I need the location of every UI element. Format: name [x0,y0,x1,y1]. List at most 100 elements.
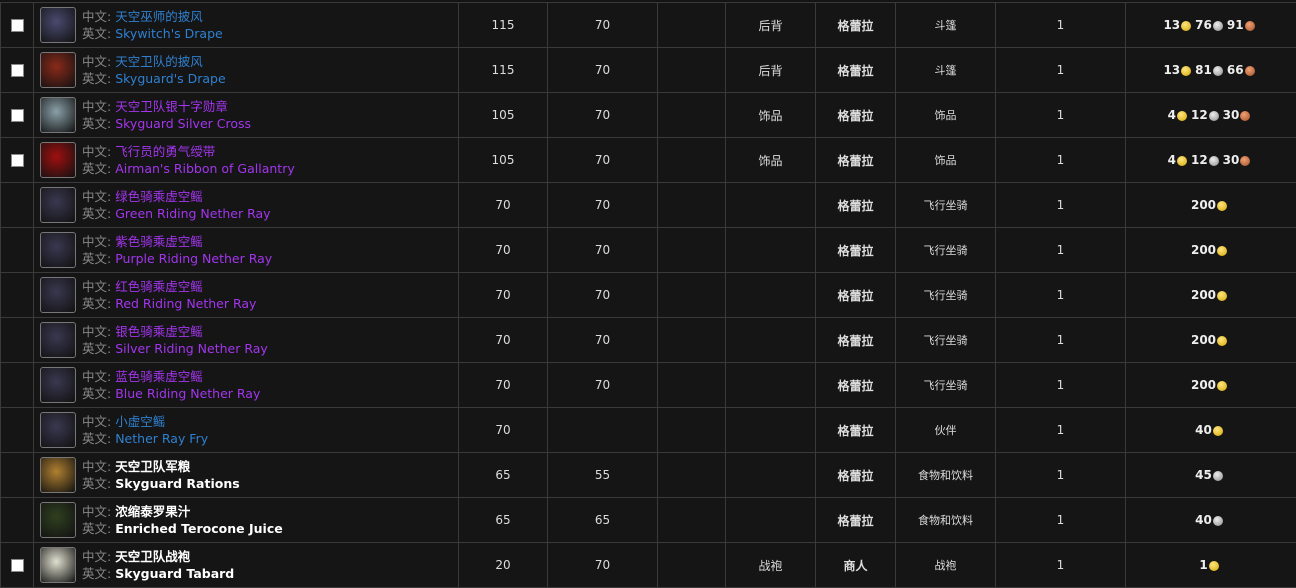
table-row: 中文: 天空卫队战袍 英文: Skyguard Tabard 20 70 战袍 … [1,543,1296,588]
slot-cell [726,408,816,453]
price-cell: 138166 [1126,48,1296,93]
row-checkbox[interactable] [11,559,24,572]
quantity-cell: 1 [996,3,1126,48]
item-name-cn[interactable]: 绿色骑乘虚空鳐 [115,189,203,204]
item-name-en[interactable]: Skyguard Tabard [115,566,234,581]
price-cell: 200 [1126,273,1296,318]
row-checkbox[interactable] [11,109,24,122]
nether-ray-icon[interactable] [40,367,76,403]
juice-icon[interactable] [40,502,76,538]
item-name-cn[interactable]: 天空卫队军粮 [115,459,190,474]
item-name-en[interactable]: Skywitch's Drape [115,26,223,41]
select-cell [1,498,34,543]
type-cell: 食物和饮料 [896,498,996,543]
silver-coin-icon [1209,111,1219,121]
item-name-en[interactable]: Red Riding Nether Ray [115,296,256,311]
empty-cell [658,408,726,453]
item-name-en[interactable]: Green Riding Nether Ray [115,206,270,221]
item-name-en[interactable]: Nether Ray Fry [115,431,208,446]
item-name-cn[interactable]: 紫色骑乘虚空鳐 [115,234,203,249]
item-name-cn[interactable]: 天空卫队的披风 [115,54,203,69]
silver-coin-icon [1213,66,1223,76]
select-cell [1,543,34,588]
type-cell: 饰品 [896,93,996,138]
row-checkbox[interactable] [11,19,24,32]
item-name-cell: 中文: 银色骑乘虚空鳐 英文: Silver Riding Nether Ray [34,318,459,363]
item-name-cn[interactable]: 小虚空鳐 [115,414,165,429]
source-cell: 格蕾拉 [816,183,896,228]
cn-label: 中文: [82,54,111,69]
copper-coin-icon [1245,66,1255,76]
quantity-cell: 1 [996,48,1126,93]
item-name-en[interactable]: Airman's Ribbon of Gallantry [115,161,295,176]
item-name-cn[interactable]: 银色骑乘虚空鳐 [115,324,203,339]
level-cell: 70 [459,408,548,453]
nether-ray-icon[interactable] [40,187,76,223]
silver-coin-icon [1213,516,1223,526]
item-name-cn[interactable]: 天空巫师的披风 [115,9,203,24]
cn-label: 中文: [82,414,111,429]
table-row: 中文: 银色骑乘虚空鳐 英文: Silver Riding Nether Ray… [1,318,1296,363]
source-cell: 格蕾拉 [816,273,896,318]
item-name-en[interactable]: Silver Riding Nether Ray [115,341,268,356]
silver-coin-icon [1209,156,1219,166]
item-name-cn[interactable]: 天空卫队战袍 [115,549,190,564]
copper-coin-icon [1245,21,1255,31]
tabard-icon[interactable] [40,547,76,583]
item-name-en[interactable]: Blue Riding Nether Ray [115,386,260,401]
item-name-en[interactable]: Skyguard Silver Cross [115,116,251,131]
skyguard-drape-icon[interactable] [40,52,76,88]
gold-coin-icon [1217,336,1227,346]
item-name-en[interactable]: Skyguard Rations [115,476,239,491]
price-silver: 12 [1191,153,1208,167]
slot-cell [726,498,816,543]
empty-cell [658,93,726,138]
item-name-cell: 中文: 浓缩泰罗果汁 英文: Enriched Terocone Juice [34,498,459,543]
item-name-cell: 中文: 天空卫队战袍 英文: Skyguard Tabard [34,543,459,588]
level-cell: 115 [459,3,548,48]
item-name-en[interactable]: Purple Riding Nether Ray [115,251,272,266]
item-name-cn[interactable]: 飞行员的勇气绶带 [115,144,215,159]
cn-label: 中文: [82,459,111,474]
price-gold: 4 [1168,108,1176,122]
nether-ray-icon[interactable] [40,412,76,448]
item-name-cn[interactable]: 蓝色骑乘虚空鳐 [115,369,203,384]
table-row: 中文: 紫色骑乘虚空鳐 英文: Purple Riding Nether Ray… [1,228,1296,273]
ribbon-icon[interactable] [40,142,76,178]
price-gold: 200 [1191,198,1216,212]
price-gold: 200 [1191,333,1216,347]
silver-cross-icon[interactable] [40,97,76,133]
row-checkbox[interactable] [11,154,24,167]
row-checkbox[interactable] [11,64,24,77]
level-cell: 70 [459,273,548,318]
level-cell: 20 [459,543,548,588]
table-row: 中文: 绿色骑乘虚空鳐 英文: Green Riding Nether Ray … [1,183,1296,228]
empty-cell [658,3,726,48]
nether-ray-icon[interactable] [40,322,76,358]
price-copper: 91 [1227,18,1244,32]
rations-icon[interactable] [40,457,76,493]
item-name-cn[interactable]: 天空卫队银十字勋章 [115,99,228,114]
price-cell: 137691 [1126,3,1296,48]
item-name-cell: 中文: 绿色骑乘虚空鳐 英文: Green Riding Nether Ray [34,183,459,228]
item-name-en[interactable]: Skyguard's Drape [115,71,225,86]
skywitch-drape-icon[interactable] [40,7,76,43]
source-cell: 商人 [816,543,896,588]
slot-cell: 饰品 [726,93,816,138]
item-name-cn[interactable]: 浓缩泰罗果汁 [115,504,190,519]
nether-ray-icon[interactable] [40,277,76,313]
price-copper: 66 [1227,63,1244,77]
req-level-cell: 70 [548,318,658,363]
gold-coin-icon [1217,201,1227,211]
req-level-cell: 70 [548,228,658,273]
req-level-cell: 70 [548,363,658,408]
en-label: 英文: [82,251,111,266]
price-gold: 13 [1163,18,1180,32]
quantity-cell: 1 [996,543,1126,588]
item-name-cn[interactable]: 红色骑乘虚空鳐 [115,279,203,294]
nether-ray-icon[interactable] [40,232,76,268]
en-label: 英文: [82,206,111,221]
cn-label: 中文: [82,144,111,159]
item-name-en[interactable]: Enriched Terocone Juice [115,521,283,536]
cn-label: 中文: [82,279,111,294]
